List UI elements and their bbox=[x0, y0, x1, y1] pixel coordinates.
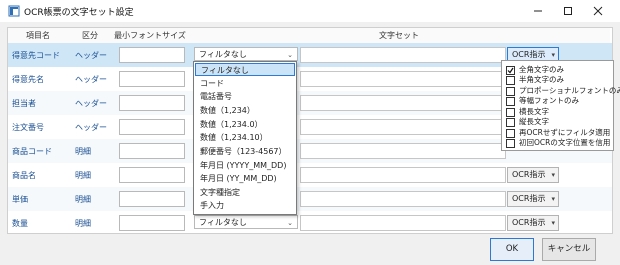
chevron-down-icon: ⌄ bbox=[287, 219, 293, 227]
charset-input[interactable] bbox=[300, 215, 506, 231]
min-font-input[interactable] bbox=[119, 215, 185, 231]
ocr-button-label: OCR指示 bbox=[512, 170, 546, 179]
item-name: 得意先名 bbox=[12, 75, 44, 84]
item-kubun: ヘッダー bbox=[75, 75, 107, 84]
header-kubun: 区分 bbox=[68, 28, 113, 44]
charset-input[interactable] bbox=[300, 119, 506, 135]
charset-input[interactable] bbox=[300, 191, 506, 207]
close-icon bbox=[593, 6, 603, 16]
dropdown-option[interactable]: 数値（1,234） bbox=[195, 104, 295, 117]
close-button[interactable] bbox=[583, 0, 613, 22]
filter-select-value: フィルタなし bbox=[199, 50, 247, 59]
checkbox[interactable] bbox=[506, 108, 515, 117]
item-name: 注文番号 bbox=[12, 123, 44, 132]
header-item-name: 項目名 bbox=[8, 28, 69, 44]
ocr-option-label: 半角文字のみ bbox=[519, 75, 564, 84]
min-font-input[interactable] bbox=[119, 47, 185, 63]
checkbox[interactable] bbox=[506, 129, 515, 138]
filter-dropdown-list: フィルタなし コード 電話番号 数値（1,234） 数値（1,234.0） 数値… bbox=[193, 61, 297, 215]
dropdown-option[interactable]: 年月日 (YY_MM_DD) bbox=[195, 172, 295, 185]
dropdown-option[interactable]: 郵便番号（123-4567） bbox=[195, 145, 295, 158]
dropdown-option[interactable]: 数値（1,234.0） bbox=[195, 118, 295, 131]
filter-select[interactable]: フィルタなし ⌄ bbox=[194, 47, 298, 61]
dropdown-option[interactable]: 文字種指定 bbox=[195, 186, 295, 199]
ocr-instruction-button[interactable]: OCR指示 ▾ bbox=[507, 167, 559, 183]
checkbox[interactable] bbox=[506, 66, 515, 75]
item-name: 商品名 bbox=[12, 171, 36, 180]
checkbox[interactable] bbox=[506, 97, 515, 106]
min-font-input[interactable] bbox=[119, 95, 185, 111]
ocr-option-label: 再OCRせずにフィルタ適用 bbox=[519, 128, 611, 137]
ocr-instruction-button[interactable]: OCR指示 ▾ bbox=[507, 191, 559, 207]
filter-select[interactable]: フィルタなし ⌄ bbox=[194, 215, 298, 229]
ocr-option-label: 全角文字のみ bbox=[519, 65, 564, 74]
ocr-option-label: プロポーショナルフォントのみ bbox=[519, 86, 620, 95]
app-icon bbox=[8, 5, 20, 17]
dropdown-option[interactable]: 電話番号 bbox=[195, 90, 295, 103]
dropdown-option[interactable]: 数値（1,234.10） bbox=[195, 131, 295, 144]
maximize-icon bbox=[564, 7, 572, 15]
min-font-input[interactable] bbox=[119, 71, 185, 87]
table-row[interactable]: 数量 明細 フィルタなし ⌄ OCR指示 ▾ bbox=[8, 211, 612, 232]
minimize-icon bbox=[534, 10, 542, 12]
charset-input[interactable] bbox=[300, 47, 506, 63]
ocr-option-label: 初回OCRの文字位置を信用 bbox=[519, 138, 611, 147]
dialog-window: OCR帳票の文字セット設定 項目名 区分 最小フォントサイズ 文字セット 得意先… bbox=[0, 0, 620, 265]
item-kubun: 明細 bbox=[75, 171, 91, 180]
ocr-instruction-button[interactable]: OCR指示 ▾ bbox=[507, 215, 559, 231]
item-kubun: ヘッダー bbox=[75, 123, 107, 132]
charset-input[interactable] bbox=[300, 167, 506, 183]
ocr-button-label: OCR指示 bbox=[512, 50, 546, 59]
dropdown-option[interactable]: フィルタなし bbox=[195, 63, 295, 76]
item-kubun: ヘッダー bbox=[75, 99, 107, 108]
item-name: 担当者 bbox=[12, 99, 36, 108]
charset-input[interactable] bbox=[300, 95, 506, 111]
charset-input[interactable] bbox=[300, 71, 506, 87]
item-kubun: 明細 bbox=[75, 195, 91, 204]
ok-button[interactable]: OK bbox=[490, 238, 534, 261]
dropdown-arrow-icon: ▾ bbox=[551, 195, 555, 203]
minimize-button[interactable] bbox=[523, 0, 553, 22]
ocr-option-label: 等幅フォントのみ bbox=[519, 96, 579, 105]
dropdown-arrow-icon: ▾ bbox=[551, 219, 555, 227]
item-kubun: 明細 bbox=[75, 219, 91, 228]
ocr-option-label: 縦長文字 bbox=[519, 117, 549, 126]
dropdown-option[interactable]: コード bbox=[195, 77, 295, 90]
min-font-input[interactable] bbox=[119, 143, 185, 159]
header-charset: 文字セット bbox=[188, 28, 610, 44]
item-name: 単価 bbox=[12, 195, 28, 204]
cancel-button[interactable]: キャンセル bbox=[542, 238, 596, 261]
filter-select-value: フィルタなし bbox=[199, 218, 247, 227]
dropdown-option[interactable]: 手入力 bbox=[195, 199, 295, 212]
dropdown-option[interactable]: 年月日 (YYYY_MM_DD) bbox=[195, 159, 295, 172]
item-kubun: 明細 bbox=[75, 147, 91, 156]
min-font-input[interactable] bbox=[119, 191, 185, 207]
ocr-option-label: 横長文字 bbox=[519, 107, 549, 116]
dropdown-arrow-icon: ▾ bbox=[551, 171, 555, 179]
charset-input[interactable] bbox=[300, 143, 506, 159]
item-name: 商品コード bbox=[12, 147, 52, 156]
item-name: 数量 bbox=[12, 219, 28, 228]
checkbox[interactable] bbox=[506, 76, 515, 85]
window-title: OCR帳票の文字セット設定 bbox=[24, 8, 134, 18]
header-min-font: 最小フォントサイズ bbox=[112, 28, 189, 44]
chevron-down-icon: ⌄ bbox=[287, 51, 293, 59]
min-font-input[interactable] bbox=[119, 119, 185, 135]
item-name: 得意先コード bbox=[12, 51, 60, 60]
ocr-button-label: OCR指示 bbox=[512, 194, 546, 203]
table-row[interactable]: 単価 明細 OCR指示 ▾ bbox=[8, 187, 612, 211]
checkmark-icon bbox=[507, 67, 514, 74]
table-row[interactable]: 商品名 明細 OCR指示 ▾ bbox=[8, 163, 612, 187]
maximize-button[interactable] bbox=[553, 0, 583, 22]
checkbox[interactable] bbox=[506, 87, 515, 96]
checkbox[interactable] bbox=[506, 139, 515, 148]
ocr-button-label: OCR指示 bbox=[512, 218, 546, 227]
ocr-options-menu: 全角文字のみ 半角文字のみ プロポーショナルフォントのみ 等幅フォントのみ 横長… bbox=[501, 60, 620, 151]
min-font-input[interactable] bbox=[119, 167, 185, 183]
checkbox[interactable] bbox=[506, 118, 515, 127]
item-kubun: ヘッダー bbox=[75, 51, 107, 60]
title-bar[interactable]: OCR帳票の文字セット設定 bbox=[0, 0, 620, 22]
